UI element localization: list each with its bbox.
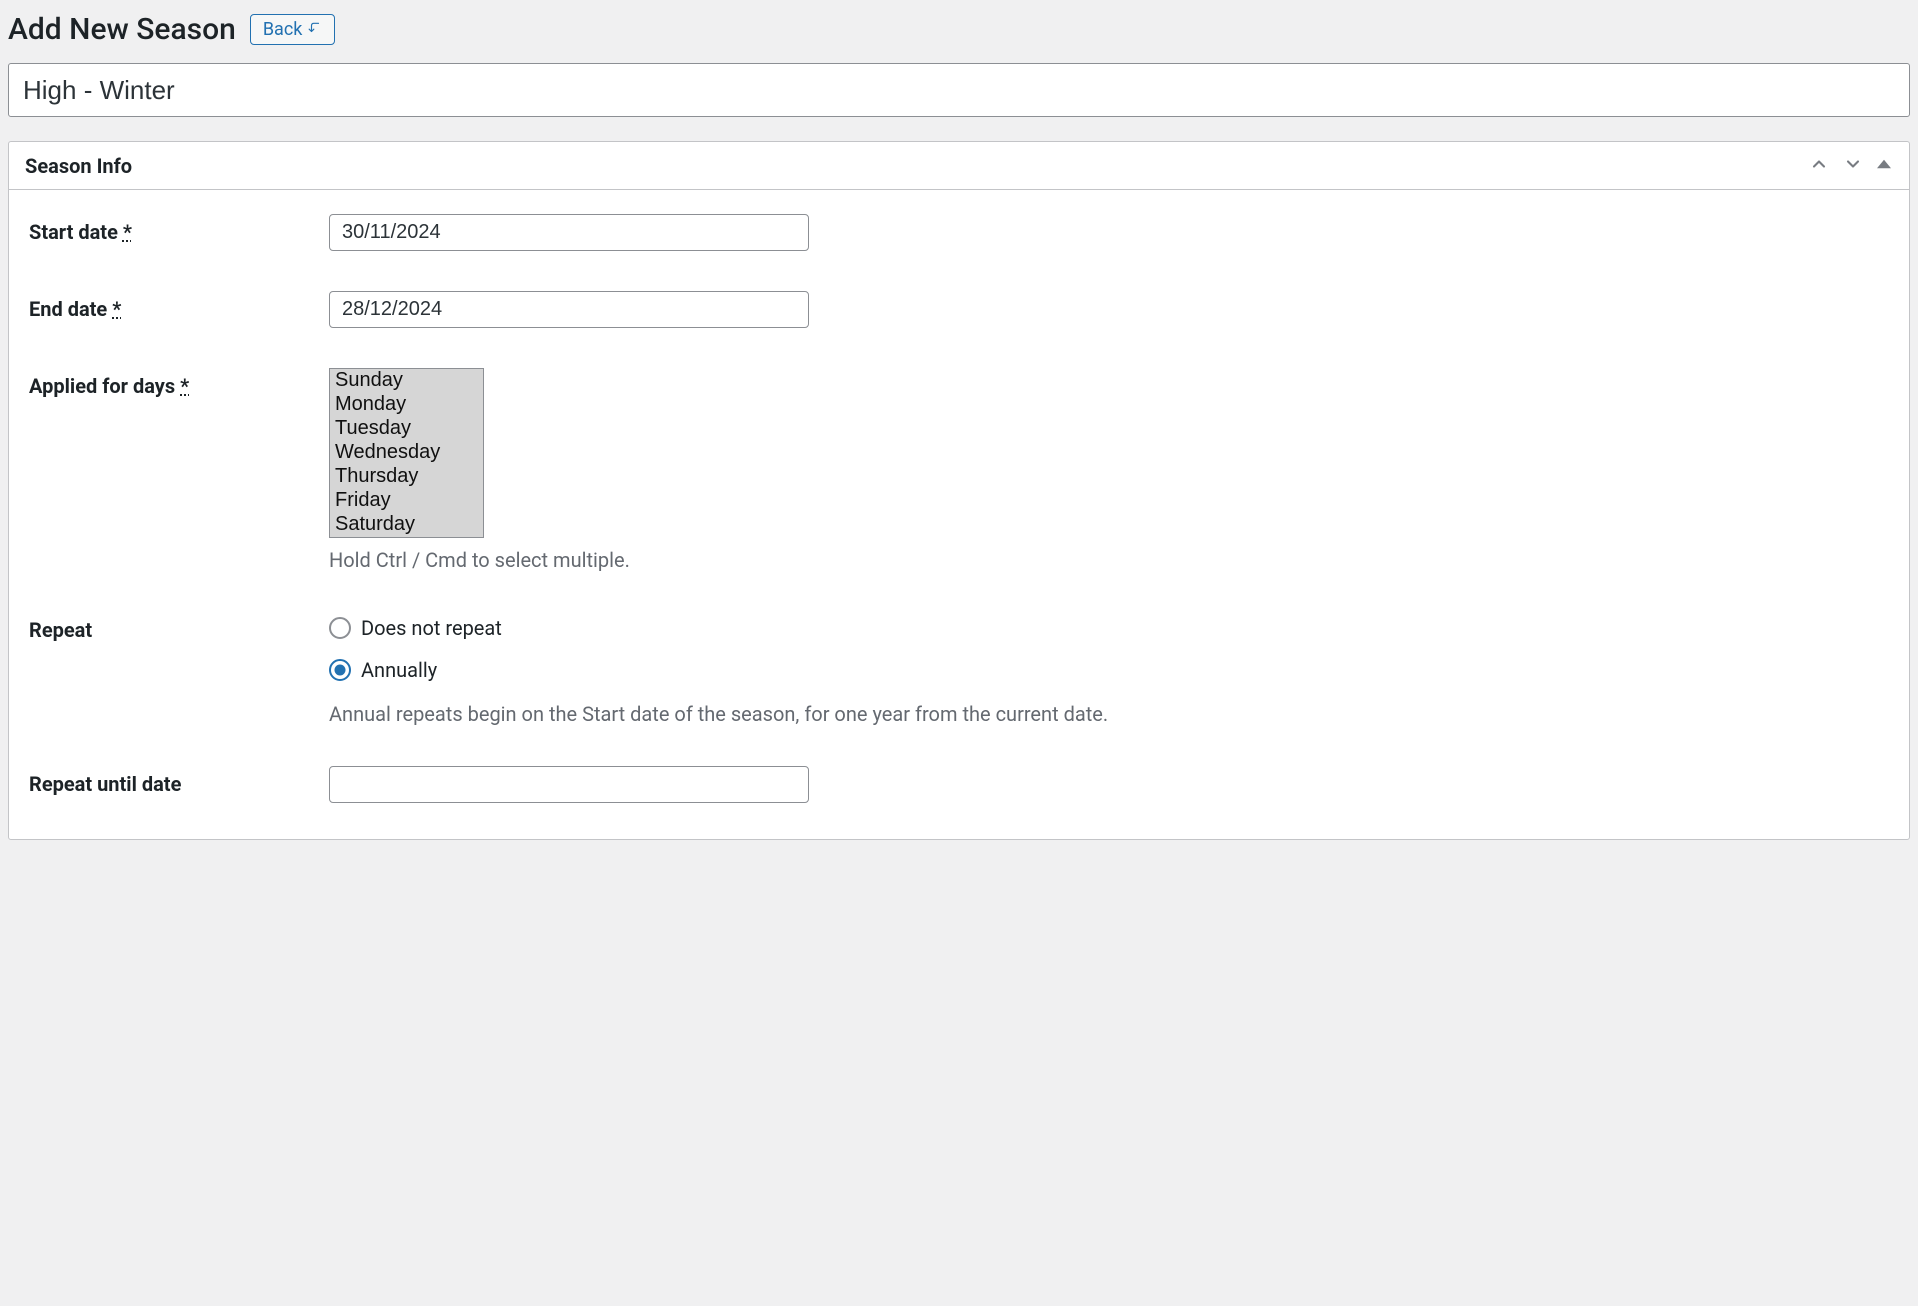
back-button-label: Back: [263, 19, 303, 40]
panel-move-down-button[interactable]: [1841, 152, 1865, 179]
repeat-annual-option[interactable]: Annually: [329, 658, 1889, 682]
season-title-input[interactable]: [8, 63, 1910, 117]
applied-days-option[interactable]: Wednesday: [330, 441, 483, 465]
panel-move-up-button[interactable]: [1807, 152, 1831, 179]
repeat-none-label: Does not repeat: [361, 616, 502, 640]
applied-days-option[interactable]: Tuesday: [330, 417, 483, 441]
applied-days-option[interactable]: Sunday: [330, 369, 483, 393]
applied-days-select[interactable]: SundayMondayTuesdayWednesdayThursdayFrid…: [329, 368, 484, 538]
chevron-up-icon: [1809, 154, 1829, 177]
repeat-until-input[interactable]: [329, 766, 809, 803]
page-title: Add New Season: [8, 12, 236, 47]
panel-title: Season Info: [25, 154, 132, 178]
repeat-none-radio[interactable]: [329, 617, 351, 639]
season-info-panel: Season Info Start date *: [8, 141, 1910, 840]
back-arrow-icon: [308, 19, 322, 40]
start-date-label-text: Start date: [29, 220, 118, 244]
end-date-label-text: End date: [29, 297, 107, 321]
repeat-help: Annual repeats begin on the Start date o…: [329, 702, 1889, 726]
chevron-down-icon: [1843, 154, 1863, 177]
end-date-label: End date *: [29, 291, 329, 321]
repeat-none-option[interactable]: Does not repeat: [329, 616, 1889, 640]
repeat-label: Repeat: [29, 612, 329, 642]
repeat-until-label: Repeat until date: [29, 766, 329, 796]
required-marker: *: [112, 297, 121, 321]
triangle-up-icon: [1877, 157, 1891, 174]
repeat-annual-label: Annually: [361, 658, 437, 682]
applied-days-option[interactable]: Friday: [330, 489, 483, 513]
applied-days-help: Hold Ctrl / Cmd to select multiple.: [329, 548, 1889, 572]
applied-days-option[interactable]: Thursday: [330, 465, 483, 489]
end-date-input[interactable]: [329, 291, 809, 328]
repeat-annual-radio[interactable]: [329, 659, 351, 681]
applied-days-label: Applied for days *: [29, 368, 329, 398]
start-date-label: Start date *: [29, 214, 329, 244]
applied-days-option[interactable]: Monday: [330, 393, 483, 417]
panel-toggle-button[interactable]: [1875, 155, 1893, 176]
applied-days-option[interactable]: Saturday: [330, 513, 483, 537]
required-marker: *: [180, 374, 189, 398]
back-button[interactable]: Back: [250, 14, 336, 45]
required-marker: *: [123, 220, 132, 244]
applied-days-label-text: Applied for days: [29, 374, 175, 398]
start-date-input[interactable]: [329, 214, 809, 251]
